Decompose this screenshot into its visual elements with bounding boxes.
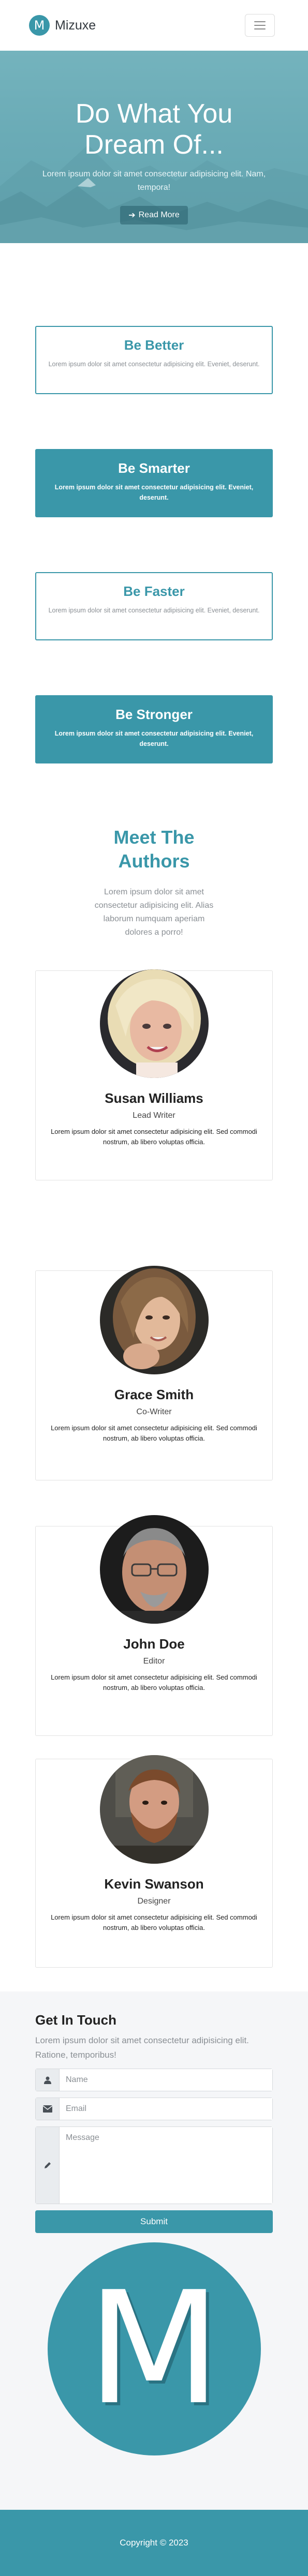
email-input[interactable]	[60, 2098, 272, 2120]
author-bio: Lorem ipsum dolor sit amet consectetur a…	[51, 1128, 257, 1146]
author-bio: Lorem ipsum dolor sit amet consectetur a…	[51, 1913, 257, 1931]
hero-title: Do What You Dream Of...	[75, 99, 233, 160]
feature-title: Be Stronger	[115, 707, 193, 722]
feature-title: Be Smarter	[118, 460, 190, 476]
navbar: M Mizuxe	[0, 0, 308, 51]
authors-title: Meet The Authors	[113, 827, 195, 872]
feature-text: Lorem ipsum dolor sit amet consectetur a…	[54, 484, 254, 501]
author-card: Susan Williams Lead Writer Lorem ipsum d…	[35, 969, 273, 1180]
author-card: Kevin Swanson Designer Lorem ipsum dolor…	[35, 1755, 273, 1968]
author-avatar	[99, 1266, 209, 1374]
author-avatar	[99, 1755, 209, 1864]
menu-toggle-button[interactable]	[245, 14, 275, 37]
name-field	[35, 2069, 273, 2091]
authors-subtitle: Lorem ipsum dolor sit amet consectetur a…	[94, 888, 214, 937]
user-icon	[36, 2069, 60, 2091]
pencil-icon	[36, 2127, 60, 2204]
feature-card-faster: Be Faster Lorem ipsum dolor sit amet con…	[35, 572, 273, 640]
author-avatar	[99, 969, 209, 1078]
footer: Copyright © 2023	[0, 2510, 308, 2576]
author-bio: Lorem ipsum dolor sit amet consectetur a…	[51, 1673, 257, 1691]
features-section: Be Better Lorem ipsum dolor sit amet con…	[0, 243, 308, 763]
arrow-right-icon: ➔	[128, 211, 136, 220]
big-logo-letter: M	[87, 2258, 221, 2439]
author-name: John Doe	[123, 1636, 185, 1652]
brand-name: Mizuxe	[55, 18, 96, 33]
author-bio: Lorem ipsum dolor sit amet consectetur a…	[51, 1424, 257, 1442]
submit-button[interactable]: Submit	[35, 2210, 273, 2233]
hero-subtitle: Lorem ipsum dolor sit amet consectetur a…	[42, 170, 266, 192]
contact-title: Get In Touch	[35, 2012, 116, 2028]
author-name: Kevin Swanson	[104, 1876, 204, 1892]
authors-section: Meet The Authors Lorem ipsum dolor sit a…	[0, 763, 308, 1968]
big-logo: M	[47, 2242, 261, 2455]
email-field	[35, 2098, 273, 2120]
feature-text: Lorem ipsum dolor sit amet consectetur a…	[54, 730, 254, 747]
read-more-button[interactable]: ➔ Read More	[120, 206, 188, 224]
contact-section: Get In Touch Lorem ipsum dolor sit amet …	[0, 1991, 308, 2510]
contact-subtitle: Lorem ipsum dolor sit amet consectetur a…	[35, 2035, 249, 2060]
hero-section: Do What You Dream Of... Lorem ipsum dolo…	[0, 51, 308, 243]
feature-card-better: Be Better Lorem ipsum dolor sit amet con…	[35, 326, 273, 394]
hamburger-icon	[254, 21, 266, 29]
feature-card-smarter: Be Smarter Lorem ipsum dolor sit amet co…	[35, 449, 273, 517]
author-name: Grace Smith	[114, 1387, 194, 1402]
brand-logo: M	[29, 15, 50, 36]
author-role: Editor	[143, 1657, 165, 1666]
name-input[interactable]	[60, 2069, 272, 2091]
author-role: Designer	[137, 1897, 171, 1906]
author-role: Co-Writer	[136, 1407, 172, 1416]
feature-title: Be Better	[124, 337, 184, 353]
author-avatar	[99, 1515, 209, 1624]
brand-link[interactable]: M Mizuxe	[29, 15, 96, 36]
message-input[interactable]	[60, 2127, 272, 2204]
read-more-label: Read More	[138, 211, 180, 219]
feature-text: Lorem ipsum dolor sit amet consectetur a…	[48, 361, 260, 368]
message-field	[35, 2126, 273, 2204]
author-name: Susan Williams	[105, 1090, 203, 1106]
feature-card-stronger: Be Stronger Lorem ipsum dolor sit amet c…	[35, 695, 273, 763]
feature-title: Be Faster	[123, 583, 185, 599]
copyright-text: Copyright © 2023	[120, 2538, 188, 2548]
envelope-icon	[36, 2098, 60, 2120]
author-card: Grace Smith Co-Writer Lorem ipsum dolor …	[35, 1266, 273, 1480]
author-role: Lead Writer	[133, 1111, 175, 1120]
author-card: John Doe Editor Lorem ipsum dolor sit am…	[35, 1515, 273, 1736]
feature-text: Lorem ipsum dolor sit amet consectetur a…	[48, 607, 260, 614]
